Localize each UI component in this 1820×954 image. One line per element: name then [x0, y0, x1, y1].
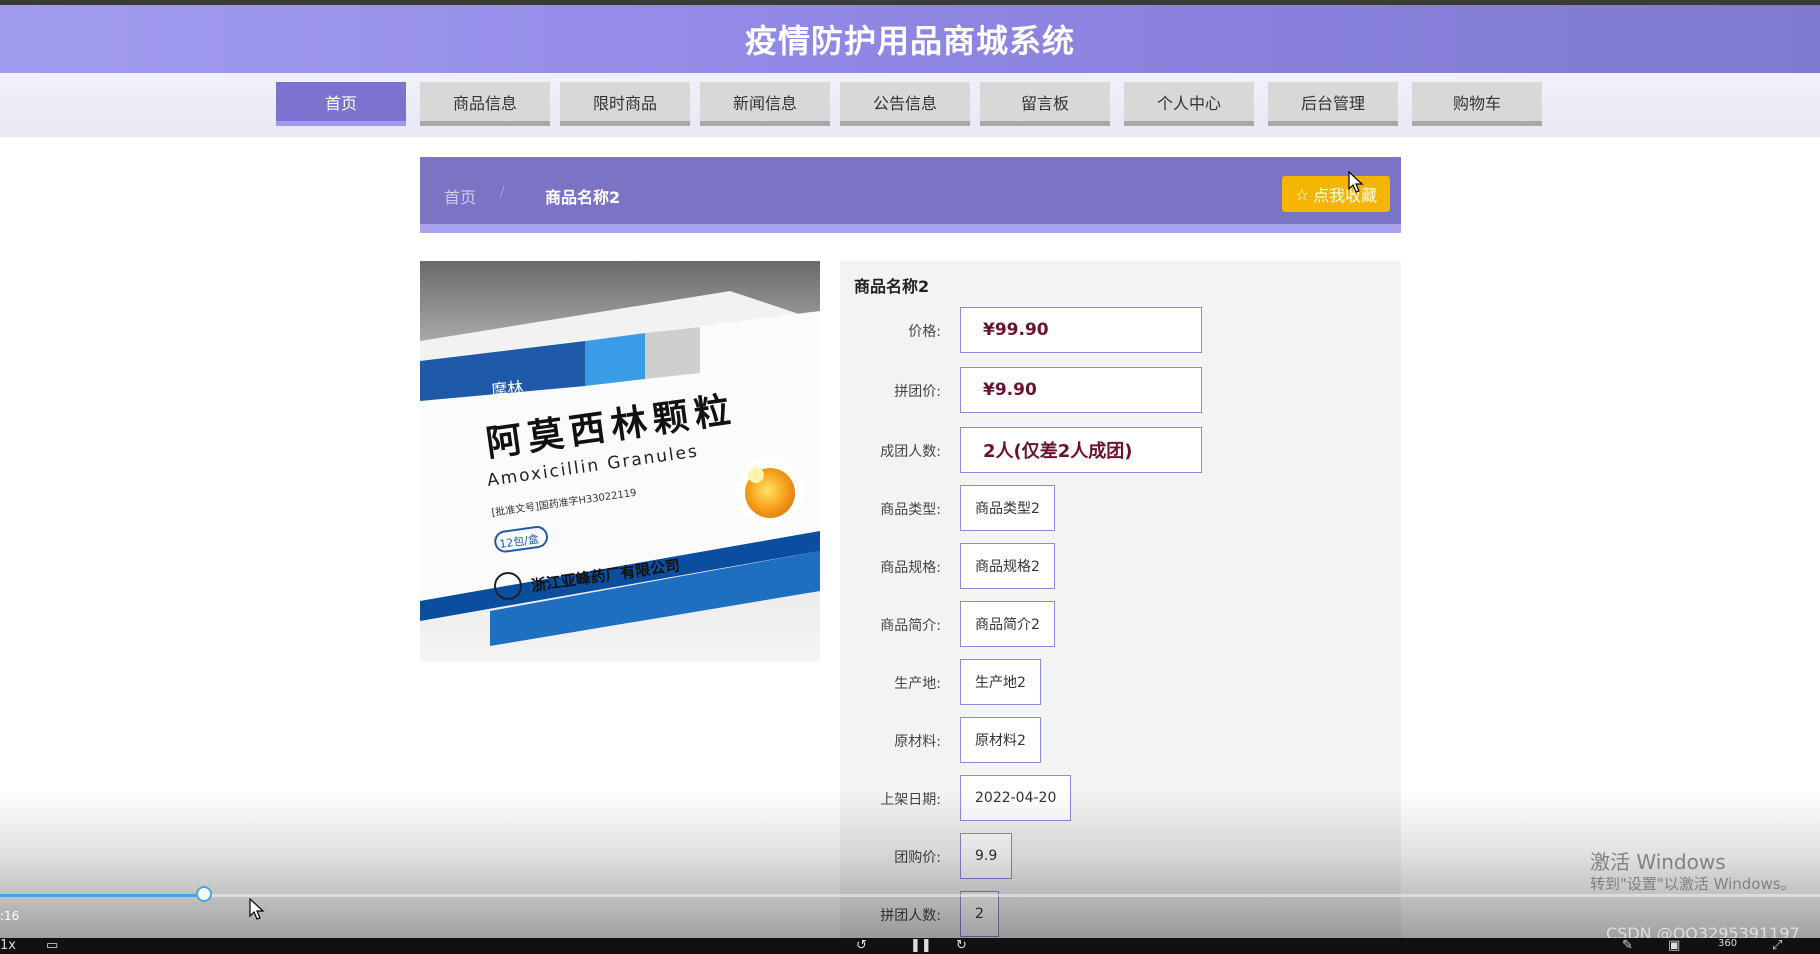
field-label: 拼团人数:	[880, 908, 941, 924]
group-size-value: 2人(仅差2人成团)	[960, 427, 1202, 473]
draw-icon[interactable]: ✎	[1622, 938, 1633, 953]
subtitle-icon[interactable]: ▭	[46, 938, 58, 953]
box-brand: 摩林	[490, 378, 524, 400]
pause-icon[interactable]: ❚❚	[910, 938, 932, 953]
field-label: 商品规格:	[880, 560, 941, 576]
rewind-icon[interactable]: ↺	[856, 938, 867, 953]
nav-item-profile[interactable]: 个人中心	[1124, 82, 1254, 126]
group-price-value: ¥9.90	[960, 367, 1202, 413]
field-row-material: 原材料: 原材料2	[840, 717, 1401, 765]
product-name: 商品名称2	[854, 277, 930, 296]
nav-item-cart[interactable]: 购物车	[1412, 82, 1542, 126]
field-label: 商品类型:	[880, 502, 941, 518]
breadcrumb-separator: /	[500, 184, 505, 200]
nav-item-news[interactable]: 新闻信息	[700, 82, 830, 126]
windows-activation-title: 激活 Windows	[1590, 850, 1726, 874]
product-image: 摩林 阿莫西林颗粒 Amoxicillin Granules [批准文号]国药准…	[420, 261, 820, 662]
fullscreen-icon[interactable]: ⤢	[1772, 938, 1782, 953]
favorite-button-label: 点我收藏	[1313, 186, 1378, 205]
field-row-team-size: 拼团人数: 2	[840, 891, 1401, 939]
quality-selector[interactable]: 360	[1718, 938, 1737, 949]
field-row-group-price: 拼团价: ¥9.90	[840, 367, 1401, 415]
nav-item-notices[interactable]: 公告信息	[840, 82, 970, 126]
nav-item-admin[interactable]: 后台管理	[1268, 82, 1398, 126]
team-price-value: 9.9	[960, 833, 1013, 879]
breadcrumb-underline	[420, 224, 1401, 233]
product-detail-panel: 商品名称2 价格: ¥99.90 拼团价: ¥9.90 成团人数: 2人(仅差2…	[840, 261, 1401, 954]
field-row-spec: 商品规格: 商品规格2	[840, 543, 1401, 591]
main-nav: 首页 商品信息 限时商品 新闻信息 公告信息 留言板 个人中心 后台管理 购物车	[0, 73, 1820, 137]
date-value: 2022-04-20	[960, 775, 1072, 821]
field-label: 团购价:	[894, 850, 941, 866]
origin-value: 生产地2	[960, 659, 1041, 705]
nav-item-messages[interactable]: 留言板	[980, 82, 1110, 126]
field-label: 价格:	[908, 324, 941, 340]
field-row-intro: 商品简介: 商品简介2	[840, 601, 1401, 649]
playback-speed[interactable]: 1x	[0, 938, 16, 953]
intro-value: 商品简介2	[960, 601, 1055, 647]
star-outline-icon: ☆	[1294, 184, 1310, 204]
field-row-team-price: 团购价: 9.9	[840, 833, 1401, 881]
nav-item-limited[interactable]: 限时商品	[560, 82, 690, 126]
team-size-value: 2	[960, 891, 999, 937]
site-title: 疫情防护用品商城系统	[744, 22, 1075, 60]
nav-item-home[interactable]: 首页	[276, 82, 406, 126]
material-value: 原材料2	[960, 717, 1041, 763]
field-label: 商品简介:	[880, 618, 941, 634]
windows-activation-hint: 转到"设置"以激活 Windows。	[1590, 875, 1796, 893]
breadcrumb-current: 商品名称2	[545, 188, 621, 207]
screen-icon[interactable]: ▣	[1668, 938, 1680, 953]
site-header: 疫情防护用品商城系统	[0, 5, 1820, 73]
field-row-group-size: 成团人数: 2人(仅差2人成团)	[840, 427, 1401, 475]
price-value: ¥99.90	[960, 307, 1202, 353]
medicine-box-illustration: 摩林 阿莫西林颗粒 Amoxicillin Granules [批准文号]国药准…	[420, 261, 820, 662]
mouse-cursor-icon	[1348, 171, 1364, 193]
mouse-cursor-icon-2	[249, 898, 265, 920]
video-progress-track[interactable]	[0, 894, 1820, 897]
nav-item-products[interactable]: 商品信息	[420, 82, 550, 126]
breadcrumb-bar: 首页 / 商品名称2 ☆ 点我收藏	[420, 157, 1401, 233]
forward-icon[interactable]: ↻	[956, 938, 967, 953]
field-label: 生产地:	[894, 676, 941, 692]
field-label: 上架日期:	[880, 792, 941, 808]
field-label: 成团人数:	[880, 444, 941, 460]
video-timecode: :16	[0, 909, 20, 923]
field-row-type: 商品类型: 商品类型2	[840, 485, 1401, 533]
favorite-button[interactable]: ☆ 点我收藏	[1282, 176, 1390, 212]
field-label: 原材料:	[894, 734, 941, 750]
field-label: 拼团价:	[894, 384, 941, 400]
breadcrumb-home-link[interactable]: 首页	[444, 184, 476, 208]
field-row-price: 价格: ¥99.90	[840, 307, 1401, 355]
field-row-origin: 生产地: 生产地2	[840, 659, 1401, 707]
type-value: 商品类型2	[960, 485, 1055, 531]
video-progress-fill	[0, 894, 205, 897]
spec-value: 商品规格2	[960, 543, 1055, 589]
video-progress-handle[interactable]	[196, 886, 212, 902]
field-row-date: 上架日期: 2022-04-20	[840, 775, 1401, 823]
